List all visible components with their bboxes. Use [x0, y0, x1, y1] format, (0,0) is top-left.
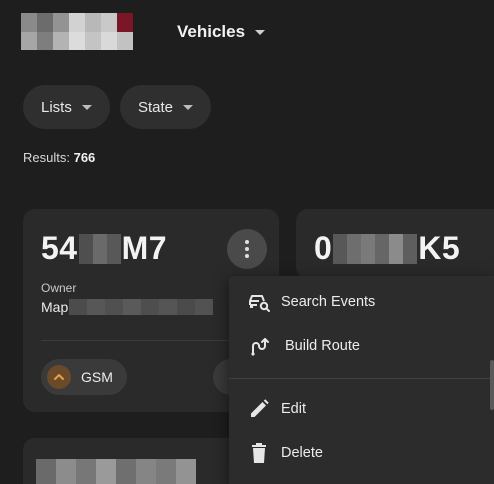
logo-tile: [85, 13, 101, 32]
plate-redaction: [333, 233, 418, 264]
menu-item-search-events[interactable]: Search Events: [229, 282, 494, 322]
logo-tile: [117, 13, 133, 32]
redaction-tile: [76, 459, 96, 484]
redaction-tile: [105, 299, 124, 315]
gsm-label: GSM: [81, 369, 113, 385]
redaction-tile: [176, 459, 196, 484]
logo-tile: [21, 31, 37, 50]
vehicle-plate: 54 M7: [41, 230, 167, 267]
route-icon: [247, 334, 271, 358]
logo-tile: [117, 31, 133, 50]
menu-item-delete[interactable]: Delete: [229, 433, 494, 473]
plate-suffix: M7: [121, 230, 168, 266]
owner-value: Map: [41, 299, 214, 315]
scrollbar[interactable]: [490, 360, 494, 410]
owner-redaction: [69, 299, 214, 315]
redaction-tile: [375, 233, 390, 264]
card-divider: [41, 340, 231, 341]
redaction-tile: [156, 459, 176, 484]
redaction-tile: [56, 459, 76, 484]
more-dot-icon: [245, 240, 249, 244]
vehicle-plate: 0 K5: [314, 230, 460, 267]
redaction-tile: [403, 233, 418, 264]
plate-prefix: 0: [314, 230, 333, 266]
lists-filter-button[interactable]: Lists: [23, 85, 110, 129]
redaction-tile: [389, 233, 404, 264]
redaction-tile: [96, 459, 116, 484]
redaction-tile: [92, 233, 107, 264]
plate-redaction: [78, 233, 121, 264]
results-value: 766: [73, 150, 96, 165]
nav-title: Vehicles: [177, 22, 246, 41]
logo-tile: [101, 31, 117, 50]
redaction-tile: [136, 459, 156, 484]
menu-divider: [229, 378, 494, 379]
logo-tile: [69, 31, 85, 50]
redaction-tile: [123, 299, 142, 315]
redaction-tile: [195, 299, 214, 315]
logo-tile: [53, 31, 69, 50]
redaction-tile: [87, 299, 106, 315]
results-label: Results:: [23, 150, 70, 165]
menu-item-label: Edit: [281, 401, 306, 417]
menu-item-build-route[interactable]: Build Route: [229, 326, 494, 366]
logo-tile: [85, 31, 101, 50]
redaction-tile: [159, 299, 178, 315]
state-filter-label: State: [138, 98, 174, 116]
redaction-tile: [78, 233, 93, 264]
logo-tile: [37, 31, 53, 50]
redaction-tile: [36, 459, 56, 484]
lists-filter-label: Lists: [41, 98, 72, 116]
redaction-tile: [347, 233, 362, 264]
plate-suffix: K5: [418, 230, 461, 266]
logo-tile: [101, 13, 117, 32]
logo-tile: [69, 13, 85, 32]
redaction-tile: [361, 233, 376, 264]
redaction-tile: [69, 299, 88, 315]
car-search-icon: [247, 290, 271, 314]
redaction-tile: [116, 459, 136, 484]
menu-item-label: Search Events: [281, 294, 376, 310]
more-dot-icon: [245, 254, 249, 258]
redaction-tile: [177, 299, 196, 315]
caret-down-icon: [255, 29, 266, 35]
logo-tile: [53, 13, 69, 32]
plate-redaction: [36, 459, 196, 484]
app-logo[interactable]: [21, 13, 133, 50]
more-dot-icon: [245, 247, 249, 251]
plate-prefix: 54: [41, 230, 78, 266]
vehicle-context-menu: Search Events Build Route Edit Delete: [229, 276, 494, 484]
more-options-button[interactable]: [227, 229, 267, 269]
logo-tile: [37, 13, 53, 32]
menu-item-edit[interactable]: Edit: [229, 389, 494, 429]
vehicles-nav-dropdown[interactable]: Vehicles: [177, 21, 266, 43]
state-filter-button[interactable]: State: [120, 85, 212, 129]
owner-value-prefix: Map: [41, 299, 69, 315]
logo-tile: [21, 13, 37, 32]
caret-down-icon: [183, 104, 194, 110]
gsm-tracker-chip[interactable]: GSM: [41, 359, 127, 395]
trash-icon: [247, 441, 271, 465]
redaction-tile: [106, 233, 121, 264]
chevron-up-icon: [47, 365, 71, 389]
redaction-tile: [141, 299, 160, 315]
owner-label: Owner: [41, 281, 77, 295]
results-count: Results: 766: [23, 150, 95, 165]
pencil-icon: [247, 397, 271, 421]
menu-item-label: Build Route: [285, 338, 360, 354]
menu-item-label: Delete: [281, 445, 323, 461]
redaction-tile: [333, 233, 348, 264]
caret-down-icon: [81, 104, 92, 110]
